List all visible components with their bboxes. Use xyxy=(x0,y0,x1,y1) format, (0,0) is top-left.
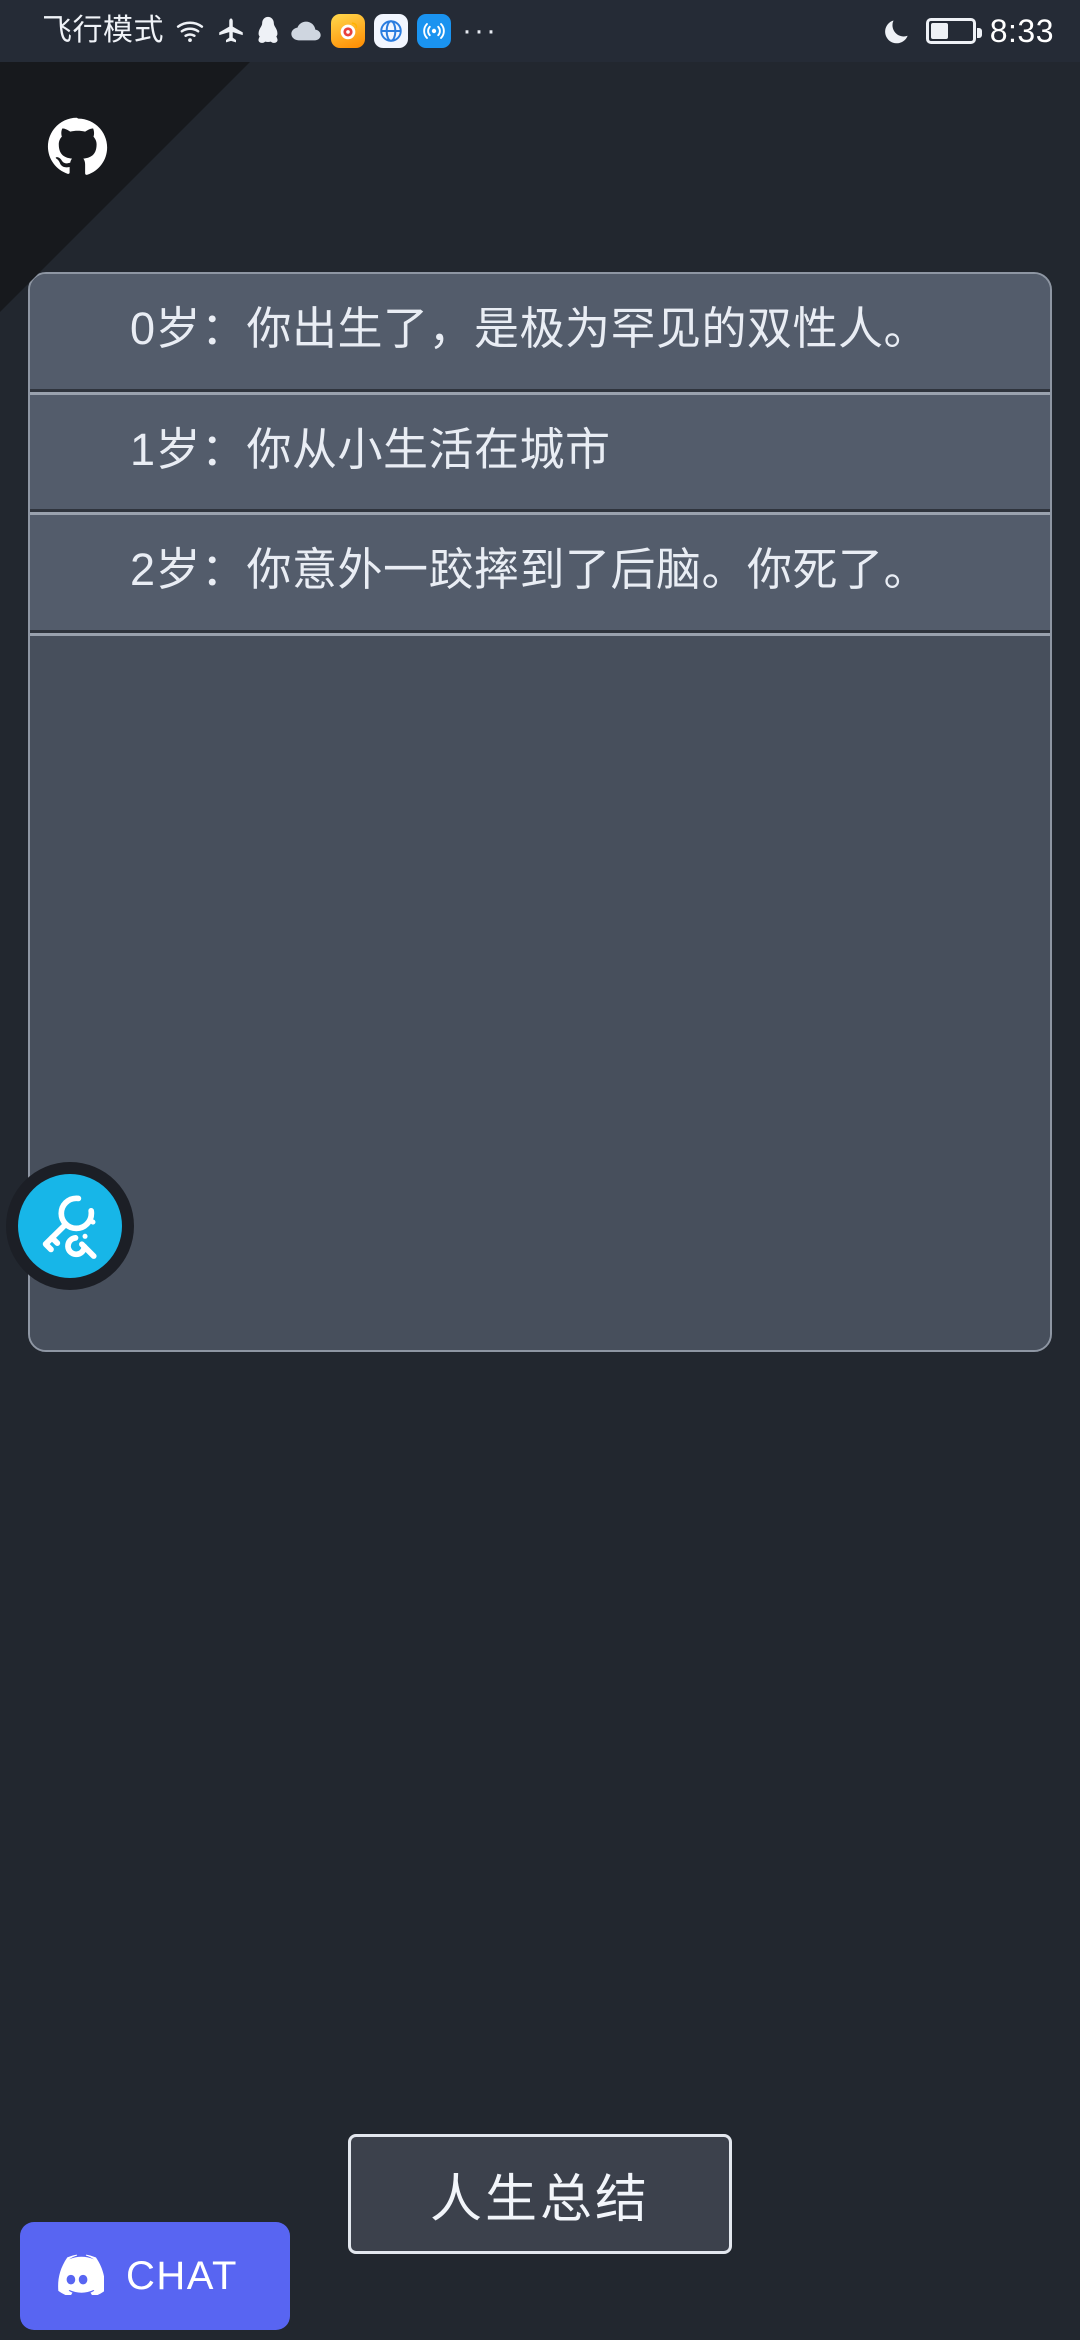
discord-icon xyxy=(50,2253,105,2300)
status-overflow-icon: ··· xyxy=(462,14,498,47)
life-summary-button[interactable]: 人生总结 xyxy=(348,2134,732,2254)
cloud-icon xyxy=(290,19,322,43)
discord-chat-button[interactable]: CHAT xyxy=(20,2222,290,2330)
github-corner-ribbon[interactable] xyxy=(0,62,250,312)
floating-tools-button[interactable] xyxy=(6,1162,134,1290)
life-log-empty-area xyxy=(30,632,1050,1350)
clock-label: 8:33 xyxy=(989,13,1054,49)
airplane-icon xyxy=(216,16,246,46)
github-octocat-icon[interactable] xyxy=(0,62,250,312)
list-item: 2岁：你意外一跤摔到了后脑。你死了。 xyxy=(30,512,1050,633)
discord-chat-label: CHAT xyxy=(126,2253,238,2298)
status-bar-left: 飞行模式 ··· xyxy=(26,14,882,48)
life-log-list: 0岁：你出生了，是极为罕见的双性人。 1岁：你从小生活在城市 2岁：你意外一跤摔… xyxy=(30,274,1050,1350)
list-item: 1岁：你从小生活在城市 xyxy=(30,391,1050,512)
browser-globe-icon xyxy=(374,14,408,48)
life-log-scroll[interactable]: 0岁：你出生了，是极为罕见的双性人。 1岁：你从小生活在城市 2岁：你意外一跤摔… xyxy=(30,274,1050,1350)
battery-icon xyxy=(925,18,982,44)
hotspot-icon xyxy=(417,14,451,48)
status-bar-right: 8:33 xyxy=(882,15,1054,47)
weibo-icon xyxy=(331,14,365,48)
app-screen: 飞行模式 ··· 8:33 0岁：你出生了，是极为罕见的双性人。 1岁：你从小生… xyxy=(0,0,1080,2340)
carrier-label: 飞行模式 xyxy=(42,14,164,47)
life-log-panel[interactable]: 0岁：你出生了，是极为罕见的双性人。 1岁：你从小生活在城市 2岁：你意外一跤摔… xyxy=(28,272,1052,1352)
moon-icon xyxy=(882,15,912,47)
key-wrench-icon[interactable] xyxy=(18,1174,122,1278)
wifi-icon xyxy=(173,16,207,46)
status-bar: 飞行模式 ··· 8:33 xyxy=(0,0,1080,62)
qq-penguin-icon xyxy=(255,15,281,47)
